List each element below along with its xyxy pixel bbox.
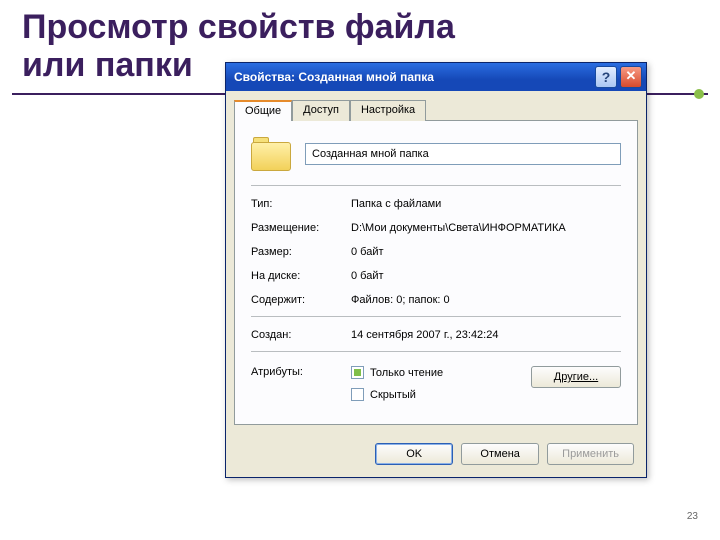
- page-number: 23: [687, 511, 698, 522]
- value-size: 0 байт: [351, 246, 621, 258]
- separator: [251, 316, 621, 317]
- label-contains: Содержит:: [251, 294, 351, 306]
- header-row: [251, 137, 621, 171]
- cancel-button[interactable]: Отмена: [461, 443, 539, 465]
- separator: [251, 185, 621, 186]
- value-created: 14 сентября 2007 г., 23:42:24: [351, 329, 621, 341]
- checkbox-hidden-box: [351, 388, 364, 401]
- help-button[interactable]: ?: [595, 66, 617, 88]
- tab-access-label: Доступ: [303, 104, 339, 116]
- label-location: Размещение:: [251, 222, 351, 234]
- checkbox-readonly-box: [351, 366, 364, 379]
- dialog-title: Свойства: Созданная мной папка: [234, 70, 592, 84]
- label-attributes: Атрибуты:: [251, 366, 351, 378]
- label-created: Создан:: [251, 329, 351, 341]
- slide-title-line2: или папки: [22, 46, 193, 84]
- checkbox-hidden-label: Скрытый: [370, 389, 416, 401]
- value-contains: Файлов: 0; папок: 0: [351, 294, 621, 306]
- prop-rows: Тип: Папка с файлами Размещение: D:\Мои …: [251, 192, 621, 312]
- tab-customize-label: Настройка: [361, 104, 415, 116]
- checkbox-readonly[interactable]: Только чтение: [351, 366, 531, 379]
- help-icon: ?: [602, 69, 611, 85]
- value-type: Папка с файлами: [351, 198, 621, 210]
- label-size: Размер:: [251, 246, 351, 258]
- value-on-disk: 0 байт: [351, 270, 621, 282]
- other-attributes-button[interactable]: Другие...: [531, 366, 621, 388]
- slide-title-line1: Просмотр свойств файла: [22, 8, 455, 46]
- close-button[interactable]: ✕: [620, 66, 642, 88]
- separator: [251, 351, 621, 352]
- folder-name-input[interactable]: [305, 143, 621, 165]
- close-icon: ✕: [626, 68, 637, 84]
- value-location: D:\Мои документы\Света\ИНФОРМАТИКА: [351, 222, 621, 234]
- dialog-footer: OK Отмена Применить: [226, 433, 646, 477]
- apply-button[interactable]: Применить: [547, 443, 634, 465]
- tab-general-label: Общие: [245, 105, 281, 117]
- tab-customize[interactable]: Настройка: [350, 100, 426, 121]
- titlebar[interactable]: Свойства: Созданная мной папка ? ✕: [226, 63, 646, 91]
- label-on-disk: На диске:: [251, 270, 351, 282]
- tabstrip: Общие Доступ Настройка: [226, 91, 646, 120]
- properties-dialog: Свойства: Созданная мной папка ? ✕ Общие…: [225, 62, 647, 478]
- title-bullet: [694, 89, 704, 99]
- checkbox-readonly-label: Только чтение: [370, 367, 443, 379]
- tab-general[interactable]: Общие: [234, 100, 292, 121]
- tab-access[interactable]: Доступ: [292, 100, 350, 121]
- ok-button[interactable]: OK: [375, 443, 453, 465]
- tab-panel-general: Тип: Папка с файлами Размещение: D:\Мои …: [234, 120, 638, 425]
- folder-icon: [251, 137, 291, 171]
- label-type: Тип:: [251, 198, 351, 210]
- checkbox-hidden[interactable]: Скрытый: [351, 388, 531, 401]
